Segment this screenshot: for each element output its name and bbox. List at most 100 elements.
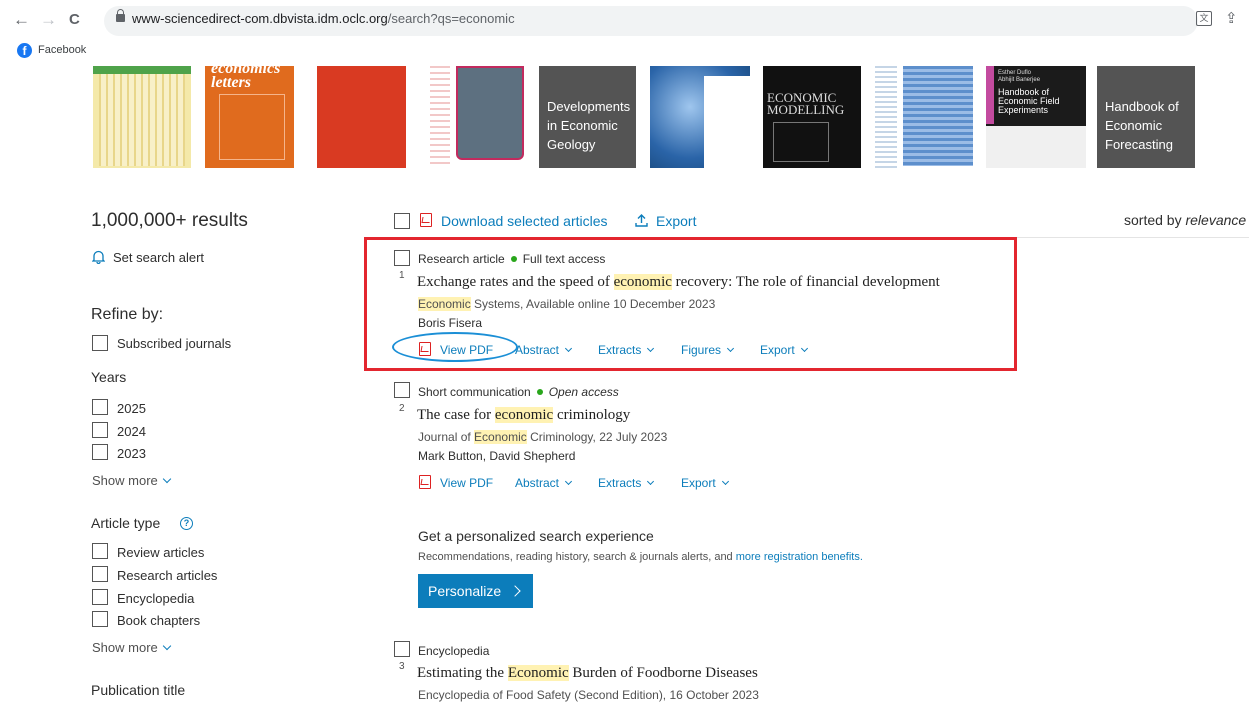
- result-3-checkbox[interactable]: [394, 641, 410, 657]
- result-2-authors[interactable]: Mark Button, David Shepherd: [418, 449, 575, 463]
- share-icon[interactable]: ⇪: [1225, 9, 1238, 27]
- promo-text: Recommendations, reading history, search…: [418, 551, 736, 563]
- translate-icon[interactable]: 文: [1196, 11, 1212, 26]
- extracts-label: Extracts: [598, 476, 642, 490]
- year-2025-checkbox[interactable]: [92, 399, 108, 415]
- export-label: Export: [681, 476, 716, 490]
- publication-title-heading: Publication title: [91, 682, 186, 698]
- url-text[interactable]: www-sciencedirect-com.dbvista.idm.oclc.o…: [132, 11, 515, 26]
- year-2023-checkbox[interactable]: [92, 444, 108, 460]
- source-part: Journal of: [418, 430, 475, 444]
- registration-benefits-link[interactable]: more registration benefits.: [736, 551, 863, 563]
- review-articles-checkbox[interactable]: [92, 543, 108, 559]
- result-2-checkbox[interactable]: [394, 382, 410, 398]
- access-label: Open access: [548, 385, 619, 399]
- book-chapters-checkbox[interactable]: [92, 611, 108, 627]
- access-dot-icon: [536, 389, 543, 395]
- title-part: criminology: [553, 407, 631, 423]
- result-2-title[interactable]: The case for economic criminology: [417, 407, 630, 424]
- result-number: 3: [399, 661, 405, 672]
- cover-developments-economic-geology[interactable]: Developments in Economic Geology: [539, 66, 636, 168]
- subscribed-checkbox[interactable]: [92, 335, 108, 351]
- article-type-label: Review articles: [117, 545, 205, 560]
- years-heading: Years: [91, 369, 127, 385]
- chevron-right-icon: [509, 585, 521, 597]
- show-more-label: Show more: [92, 473, 158, 488]
- article-type-label: Encyclopedia: [117, 591, 195, 606]
- set-search-alert-link[interactable]: Set search alert: [113, 250, 204, 265]
- cover-title-line: Handbook of: [1105, 99, 1179, 114]
- cover-1[interactable]: [93, 66, 191, 168]
- chevron-down-icon: [647, 477, 655, 486]
- article-type-label: Research articles: [117, 568, 218, 583]
- year-label: 2024: [117, 424, 146, 439]
- extracts-toggle[interactable]: Extracts: [598, 476, 655, 490]
- sort-indicator[interactable]: sorted by relevance: [1124, 212, 1246, 228]
- article-type-heading: Article type: [91, 515, 160, 531]
- result-3-source[interactable]: Encyclopedia of Food Safety (Second Edit…: [418, 688, 759, 702]
- forward-icon[interactable]: →: [40, 10, 57, 30]
- reload-icon[interactable]: C: [69, 10, 80, 30]
- encyclopedia-checkbox[interactable]: [92, 589, 108, 605]
- subscribed-label: Subscribed journals: [117, 336, 232, 351]
- export-toggle[interactable]: Export: [681, 476, 729, 490]
- cover-4[interactable]: [430, 66, 524, 168]
- back-icon[interactable]: ←: [13, 10, 30, 30]
- chevron-down-icon: [162, 474, 171, 484]
- years-show-more[interactable]: Show more: [92, 473, 171, 488]
- bookmark-facebook[interactable]: Facebook: [38, 44, 86, 56]
- show-more-label: Show more: [92, 640, 158, 655]
- browser-toolbar: ← → C www-sciencedirect-com.dbvista.idm.…: [0, 0, 1249, 40]
- bell-icon[interactable]: [91, 250, 106, 265]
- url-domain: www-sciencedirect-com.dbvista.idm.oclc.o…: [132, 11, 388, 26]
- promo-body: Recommendations, reading history, search…: [418, 551, 863, 563]
- cover-title: Handbook of Economic Forecasting: [1105, 97, 1179, 154]
- export-icon[interactable]: [635, 214, 648, 227]
- cover-handbook-field-experiments[interactable]: Esther Duflo Abhijit Banerjee Handbook of…: [986, 66, 1086, 168]
- cover-title-line: Developments: [547, 99, 631, 114]
- title-highlight: economic: [494, 407, 554, 423]
- chevron-down-icon: [162, 641, 171, 651]
- abstract-label: Abstract: [515, 476, 560, 490]
- export-link[interactable]: Export: [656, 213, 696, 229]
- cover-title-line: in Economic: [547, 118, 618, 133]
- url-path: /search?qs=economic: [387, 11, 515, 26]
- cover-6[interactable]: [650, 66, 750, 168]
- cover-8[interactable]: [875, 66, 973, 168]
- pdf-icon: [419, 475, 431, 489]
- result-number: 2: [399, 403, 405, 414]
- promo-heading: Get a personalized search experience: [418, 528, 654, 544]
- article-type-label: Article type: [91, 515, 161, 531]
- sorted-by-value: relevance: [1185, 212, 1247, 228]
- year-2024-checkbox[interactable]: [92, 422, 108, 438]
- research-articles-checkbox[interactable]: [92, 566, 108, 582]
- article-type: Encyclopedia: [418, 644, 490, 658]
- view-pdf-link[interactable]: View PDF: [440, 476, 493, 490]
- article-type-label: Book chapters: [117, 613, 201, 628]
- sorted-by-label: sorted by: [1124, 212, 1182, 228]
- cover-title-line: Economic: [1105, 118, 1163, 133]
- article-type-show-more[interactable]: Show more: [92, 640, 171, 655]
- help-icon[interactable]: ?: [180, 517, 193, 530]
- article-type: Short communication: [418, 385, 531, 399]
- download-selected-link[interactable]: Download selected articles: [441, 213, 608, 229]
- lock-icon[interactable]: [116, 9, 125, 22]
- year-label: 2023: [117, 446, 146, 461]
- facebook-icon[interactable]: f: [17, 43, 32, 58]
- circle-annotation: [392, 332, 518, 362]
- pdf-icon: [420, 213, 432, 227]
- refine-by-heading: Refine by:: [91, 306, 164, 323]
- cover-title: Developments in Economic Geology: [547, 97, 630, 154]
- cover-economic-modelling[interactable]: ECONOMIC MODELLING: [763, 66, 861, 168]
- select-all-checkbox[interactable]: [394, 213, 410, 229]
- personalize-button[interactable]: Personalize: [418, 574, 533, 608]
- cover-economics-letters[interactable]: economics letters: [205, 66, 294, 168]
- result-2-source[interactable]: Journal of Economic Criminology, 22 July…: [418, 430, 667, 444]
- result-3-title[interactable]: Estimating the Economic Burden of Foodbo…: [417, 665, 758, 682]
- bookmarks-bar: [0, 40, 1249, 62]
- year-label: 2025: [117, 401, 146, 416]
- title-part: Estimating the: [417, 665, 508, 681]
- cover-handbook-economic-forecasting[interactable]: Handbook of Economic Forecasting: [1097, 66, 1195, 168]
- abstract-toggle[interactable]: Abstract: [515, 476, 573, 490]
- cover-3[interactable]: [317, 66, 406, 168]
